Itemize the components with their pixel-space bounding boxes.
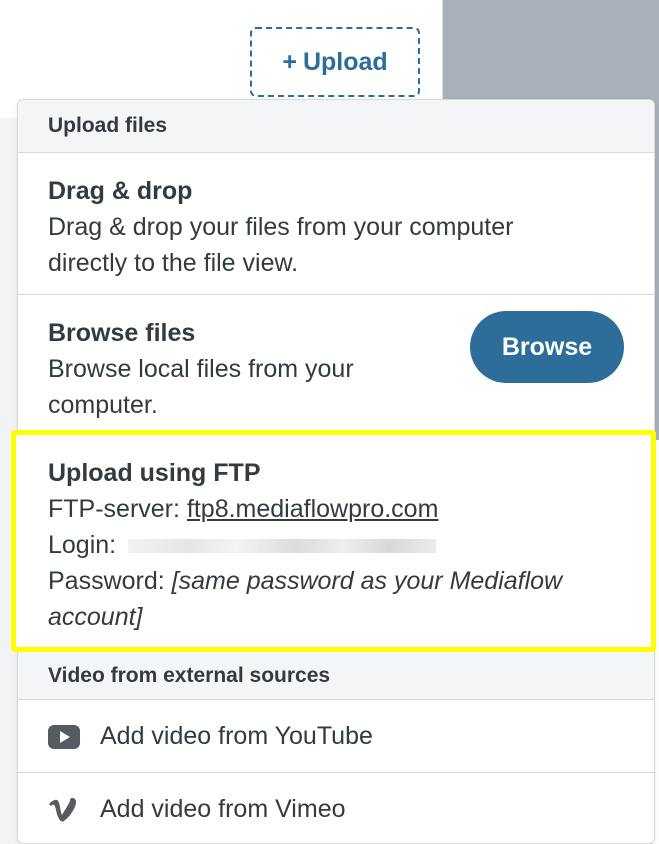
upload-files-header-label: Upload files xyxy=(48,114,168,137)
video-sources-header: Video from external sources xyxy=(18,652,654,700)
upload-button-label: Upload xyxy=(302,47,388,76)
upload-button[interactable]: + Upload xyxy=(250,27,420,97)
ftp-server-row: FTP-server: ftp8.mediaflowpro.com xyxy=(48,491,651,527)
ftp-login-label: Login: xyxy=(48,531,117,559)
ftp-server-label: FTP-server: xyxy=(48,495,180,523)
drag-drop-option: Drag & drop Drag & drop your files from … xyxy=(18,153,654,295)
ftp-password-row: Password: [same password as your Mediafl… xyxy=(48,563,608,635)
ftp-login-row: Login: xyxy=(48,527,651,563)
youtube-icon xyxy=(48,724,82,749)
ftp-login-redacted xyxy=(128,539,437,554)
add-youtube-label: Add video from YouTube xyxy=(100,722,373,750)
browse-files-description: Browse local files from your computer. xyxy=(48,355,354,419)
video-sources-header-label: Video from external sources xyxy=(48,663,331,687)
ftp-server-link[interactable]: ftp8.mediaflowpro.com xyxy=(187,495,439,523)
add-vimeo-label: Add video from Vimeo xyxy=(100,795,346,823)
ftp-password-label: Password: xyxy=(48,567,165,595)
drag-drop-description: Drag & drop your files from your compute… xyxy=(48,213,514,277)
browse-button[interactable]: Browse xyxy=(470,311,624,383)
drag-drop-title: Drag & drop xyxy=(48,177,193,205)
upload-files-header: Upload files xyxy=(18,100,654,153)
plus-icon: + xyxy=(282,47,297,76)
ftp-option: Upload using FTP FTP-server: ftp8.mediaf… xyxy=(11,430,656,652)
vimeo-icon xyxy=(48,797,82,823)
add-vimeo-video[interactable]: Add video from Vimeo xyxy=(18,774,654,843)
add-youtube-video[interactable]: Add video from YouTube xyxy=(18,701,654,773)
ftp-title: Upload using FTP xyxy=(48,459,261,487)
